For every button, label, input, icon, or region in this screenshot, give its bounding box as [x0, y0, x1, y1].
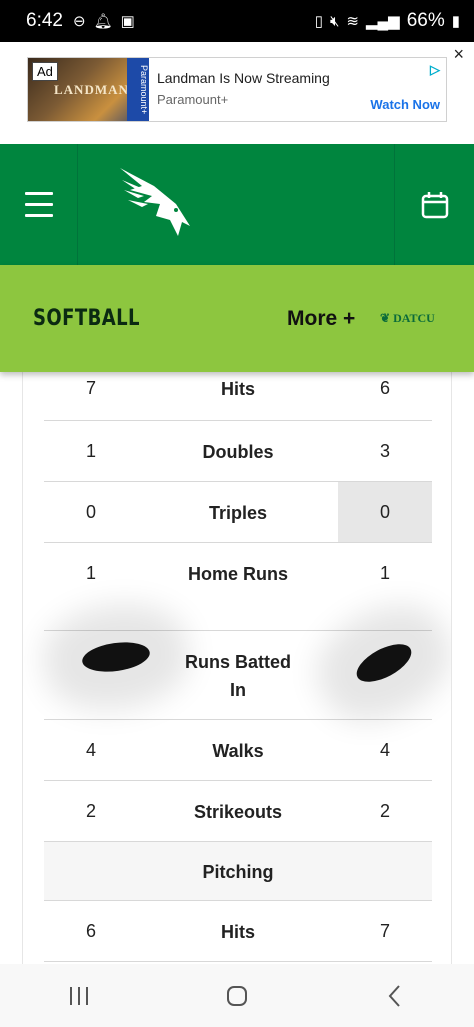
stat-label: Hits — [220, 922, 255, 942]
sponsor-logo[interactable]: ❦ DATCU — [380, 311, 435, 326]
section-header-pitching: Pitching — [44, 842, 432, 901]
stat-label: Walks — [212, 741, 264, 761]
away-value: 4 — [85, 740, 96, 760]
stat-label: Triples — [208, 503, 268, 523]
stat-label: Doubles — [202, 442, 274, 462]
more-menu-button[interactable]: More + — [287, 307, 355, 331]
system-navigation-bar — [0, 964, 474, 1027]
ad-card[interactable]: Ad LANDMAN Paramount+ Landman Is Now Str… — [27, 57, 447, 122]
do-not-disturb-icon: ⊖ — [72, 13, 86, 30]
ad-choices-icon[interactable]: ▷ — [430, 62, 440, 78]
screen: 6:42 ⊖ 🔔︎ ▣ ▯ 🔇︎ ≋ ▂▄▆ 66% ▮ × Ad LANDMA… — [0, 0, 474, 1027]
hamburger-menu-icon[interactable] — [0, 144, 78, 265]
sponsor-name: DATCU — [393, 311, 435, 325]
home-value: 4 — [379, 740, 390, 760]
stat-label: Home Runs — [187, 564, 288, 584]
table-row: 2 Strikeouts 2 — [44, 781, 432, 842]
wifi-icon: ≋ — [346, 13, 359, 30]
ad-image-title: LANDMAN — [54, 82, 129, 97]
sport-title[interactable]: SOFTBALL — [33, 306, 140, 331]
ad-title[interactable]: Landman Is Now Streaming — [157, 70, 446, 86]
stat-label: Hits — [220, 379, 255, 399]
back-icon[interactable] — [365, 976, 425, 1016]
stats-table: 7 Hits 6 1 Doubles 3 0 Triples 0 1 Home … — [44, 372, 432, 962]
battery-saver-icon: ▯ — [314, 13, 323, 30]
ad-banner: × Ad LANDMAN Paramount+ Landman Is Now S… — [0, 42, 474, 144]
home-value: 1 — [379, 563, 390, 583]
home-value: 6 — [379, 378, 390, 398]
table-row: 1 Doubles 3 — [44, 421, 432, 482]
calendar-button[interactable] — [394, 144, 474, 265]
close-ad-icon[interactable]: × — [453, 44, 464, 65]
table-row: 4 Walks 4 — [44, 720, 432, 781]
leaf-icon: ❦ — [380, 311, 394, 325]
sport-bar: SOFTBALL More + ❦ DATCU — [0, 265, 474, 372]
table-row: 6 Hits 7 — [44, 901, 432, 962]
box-score-panel: 7 Hits 6 1 Doubles 3 0 Triples 0 1 Home … — [22, 372, 452, 964]
site-header — [0, 144, 474, 265]
ad-image-stripe: Paramount+ — [127, 58, 149, 121]
table-row: Runs Batted In — [44, 631, 432, 720]
away-value: 1 — [85, 563, 96, 583]
watch-now-button[interactable]: Watch Now — [370, 97, 440, 112]
table-row: 1 Home Runs 1 — [44, 543, 432, 631]
away-value: 6 — [85, 921, 96, 941]
clock: 6:42 — [26, 10, 63, 31]
mute-icon: 🔇︎ — [329, 12, 340, 30]
away-value: 0 — [85, 502, 96, 522]
ad-image[interactable]: Ad LANDMAN Paramount+ — [28, 58, 149, 121]
home-value: 3 — [379, 441, 390, 461]
recent-apps-icon[interactable] — [49, 976, 109, 1016]
table-row: 7 Hits 6 — [44, 372, 432, 421]
home-value: 2 — [379, 801, 390, 821]
away-value: 7 — [85, 378, 96, 398]
signal-icon: ▂▄▆ — [366, 13, 400, 30]
away-value: 1 — [85, 441, 96, 461]
home-icon[interactable] — [207, 976, 267, 1016]
battery-level: 66% — [406, 10, 445, 31]
gallery-icon: ▣ — [120, 13, 135, 30]
section-title: Pitching — [202, 862, 274, 882]
eagle-logo-icon[interactable] — [116, 164, 196, 244]
ad-badge: Ad — [32, 62, 58, 81]
stat-label: Runs Batted In — [184, 652, 291, 700]
home-value: 7 — [379, 921, 390, 941]
notification-bell-icon: 🔔︎ — [93, 13, 113, 30]
battery-icon: ▮ — [451, 13, 460, 30]
calendar-icon — [421, 191, 448, 218]
ad-text[interactable]: Landman Is Now Streaming Paramount+ ▷ Wa… — [149, 58, 446, 121]
away-value: 2 — [85, 801, 96, 821]
status-bar: 6:42 ⊖ 🔔︎ ▣ ▯ 🔇︎ ≋ ▂▄▆ 66% ▮ — [0, 0, 474, 42]
stat-label: Strikeouts — [193, 802, 283, 822]
home-value: 0 — [338, 482, 432, 542]
table-row: 0 Triples 0 — [44, 482, 432, 543]
